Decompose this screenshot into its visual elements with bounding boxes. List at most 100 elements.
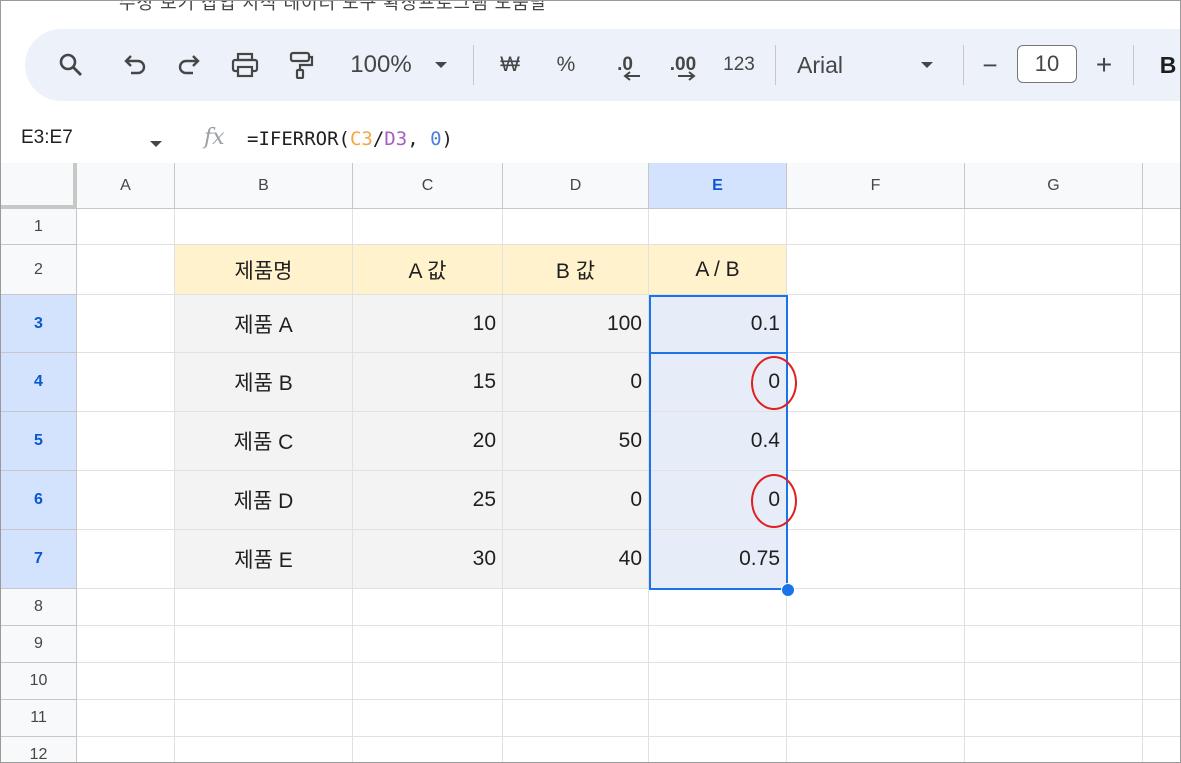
increase-font-size-button[interactable]: + <box>1089 29 1119 101</box>
grid-cell[interactable] <box>1143 412 1180 471</box>
row-header-10[interactable]: 10 <box>1 663 77 700</box>
grid-cell[interactable] <box>77 737 175 762</box>
bold-button[interactable]: B <box>1153 29 1180 101</box>
grid-cell[interactable] <box>503 663 649 700</box>
grid-cell[interactable] <box>175 663 353 700</box>
column-header-next[interactable] <box>1143 163 1180 209</box>
row-header-6[interactable]: 6 <box>1 471 77 530</box>
column-header-a[interactable]: A <box>77 163 175 209</box>
row-header-5[interactable]: 5 <box>1 412 77 471</box>
grid-cell[interactable] <box>787 663 965 700</box>
grid-cell[interactable] <box>1143 663 1180 700</box>
redo-icon[interactable] <box>171 29 207 101</box>
grid-cell[interactable] <box>1143 209 1180 245</box>
column-header-b[interactable]: B <box>175 163 353 209</box>
number-format-button[interactable]: 123 <box>717 29 761 101</box>
a-value-cell[interactable]: 20 <box>353 412 503 471</box>
grid-cell[interactable] <box>965 530 1143 589</box>
search-icon[interactable] <box>53 29 89 101</box>
grid-cell[interactable] <box>787 700 965 737</box>
grid-cell[interactable] <box>77 245 175 295</box>
grid-cell[interactable] <box>965 412 1143 471</box>
grid-cell[interactable] <box>787 353 965 412</box>
row-header-7[interactable]: 7 <box>1 530 77 589</box>
row-header-12[interactable]: 12 <box>1 737 77 762</box>
table-header-cell[interactable]: 제품명 <box>175 245 353 295</box>
grid-cell[interactable] <box>175 589 353 626</box>
b-value-cell[interactable]: 50 <box>503 412 649 471</box>
ratio-cell[interactable]: 0.75 <box>649 530 787 589</box>
grid-cell[interactable] <box>1143 530 1180 589</box>
grid-cell[interactable] <box>649 700 787 737</box>
column-header-c[interactable]: C <box>353 163 503 209</box>
grid-cell[interactable] <box>77 626 175 663</box>
grid-cell[interactable] <box>1143 245 1180 295</box>
grid-cell[interactable] <box>787 737 965 762</box>
grid-cell[interactable] <box>965 209 1143 245</box>
a-value-cell[interactable]: 15 <box>353 353 503 412</box>
grid-cell[interactable] <box>787 626 965 663</box>
chevron-down-icon[interactable] <box>429 29 453 101</box>
b-value-cell[interactable]: 0 <box>503 471 649 530</box>
row-header-1[interactable]: 1 <box>1 209 77 245</box>
formula-input[interactable]: =IFERROR(C3/D3, 0) <box>247 128 453 150</box>
grid-cell[interactable] <box>1143 353 1180 412</box>
grid-cell[interactable] <box>175 626 353 663</box>
grid-cell[interactable] <box>965 295 1143 353</box>
grid-cell[interactable] <box>77 295 175 353</box>
increase-decimal-button[interactable]: .00 <box>661 29 705 101</box>
grid-cell[interactable] <box>503 700 649 737</box>
font-size-input[interactable]: 10 <box>1017 45 1077 83</box>
column-header-f[interactable]: F <box>787 163 965 209</box>
grid-cell[interactable] <box>965 700 1143 737</box>
table-header-cell[interactable]: A 값 <box>353 245 503 295</box>
column-header-d[interactable]: D <box>503 163 649 209</box>
product-name-cell[interactable]: 제품 C <box>175 412 353 471</box>
chevron-down-icon[interactable] <box>149 135 163 153</box>
decrease-font-size-button[interactable]: − <box>975 29 1005 101</box>
percent-format-button[interactable]: % <box>551 29 581 101</box>
grid-cell[interactable] <box>77 412 175 471</box>
grid-cell[interactable] <box>175 700 353 737</box>
grid-cell[interactable] <box>649 663 787 700</box>
grid-cell[interactable] <box>787 589 965 626</box>
grid-cell[interactable] <box>503 589 649 626</box>
grid-cell[interactable] <box>787 295 965 353</box>
grid-cell[interactable] <box>503 737 649 762</box>
select-all-corner[interactable] <box>1 163 77 209</box>
grid-cell[interactable] <box>787 209 965 245</box>
b-value-cell[interactable]: 100 <box>503 295 649 353</box>
a-value-cell[interactable]: 30 <box>353 530 503 589</box>
grid-cell[interactable] <box>1143 737 1180 762</box>
table-header-cell[interactable]: A / B <box>649 245 787 295</box>
grid-cell[interactable] <box>787 530 965 589</box>
grid-cell[interactable] <box>353 209 503 245</box>
table-header-cell[interactable]: B 값 <box>503 245 649 295</box>
b-value-cell[interactable]: 0 <box>503 353 649 412</box>
grid-cell[interactable] <box>1143 700 1180 737</box>
grid-cell[interactable] <box>503 626 649 663</box>
grid-cell[interactable] <box>353 737 503 762</box>
a-value-cell[interactable]: 25 <box>353 471 503 530</box>
grid-cell[interactable] <box>175 737 353 762</box>
product-name-cell[interactable]: 제품 D <box>175 471 353 530</box>
ratio-cell[interactable]: 0.4 <box>649 412 787 471</box>
product-name-cell[interactable]: 제품 B <box>175 353 353 412</box>
grid-cell[interactable] <box>77 530 175 589</box>
grid-cell[interactable] <box>77 209 175 245</box>
grid-cell[interactable] <box>965 353 1143 412</box>
a-value-cell[interactable]: 10 <box>353 295 503 353</box>
grid-cell[interactable] <box>787 245 965 295</box>
undo-icon[interactable] <box>117 29 153 101</box>
font-family-select[interactable]: Arial <box>797 29 867 101</box>
grid-cell[interactable] <box>77 663 175 700</box>
grid-cell[interactable] <box>353 700 503 737</box>
grid-cell[interactable] <box>353 589 503 626</box>
name-box[interactable]: E3:E7 <box>21 127 73 149</box>
grid-cell[interactable] <box>77 471 175 530</box>
grid-cell[interactable] <box>77 700 175 737</box>
row-header-4[interactable]: 4 <box>1 353 77 412</box>
b-value-cell[interactable]: 40 <box>503 530 649 589</box>
grid-cell[interactable] <box>965 589 1143 626</box>
grid-cell[interactable] <box>649 737 787 762</box>
